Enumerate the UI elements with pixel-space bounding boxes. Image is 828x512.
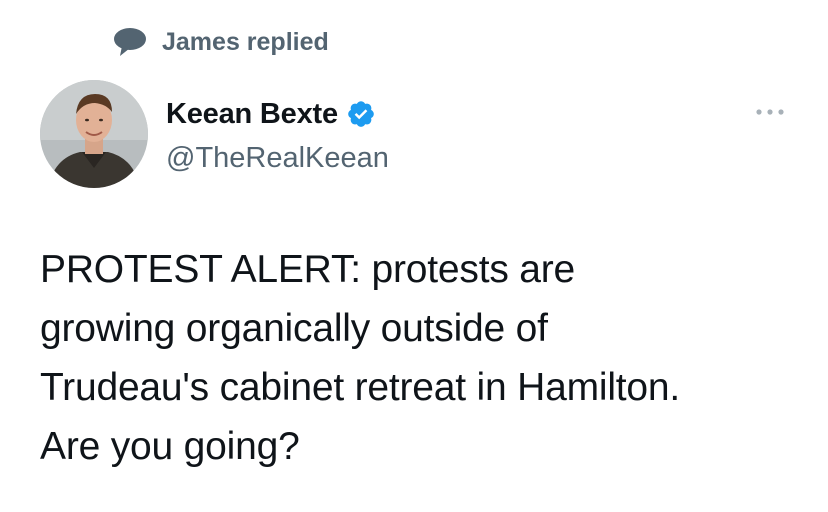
author-block[interactable]: Keean Bexte @TheRealKeean — [166, 94, 389, 178]
display-name[interactable]: Keean Bexte — [166, 98, 338, 131]
tweet-text: PROTEST ALERT: protests are growing orga… — [40, 248, 681, 468]
social-context[interactable]: James replied — [110, 26, 329, 58]
verified-badge-icon — [346, 99, 376, 129]
avatar[interactable] — [40, 80, 148, 188]
more-options-icon[interactable] — [750, 98, 790, 126]
name-row: Keean Bexte — [166, 94, 389, 134]
handle[interactable]: @TheRealKeean — [166, 138, 389, 178]
social-context-label: James replied — [162, 27, 329, 56]
reply-bubble-icon — [110, 26, 152, 58]
